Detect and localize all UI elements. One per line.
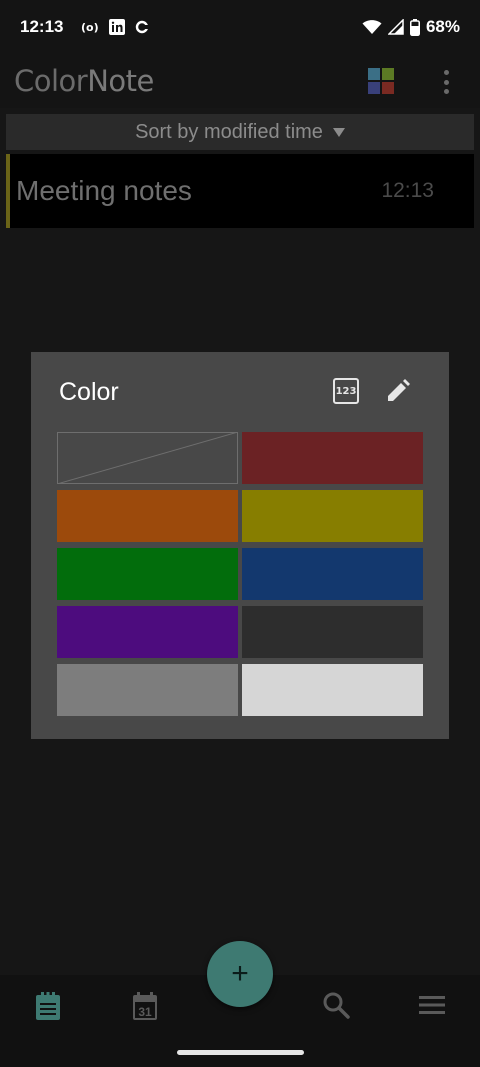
note-title: Meeting notes — [16, 175, 192, 206]
logo-text-color: Color — [14, 64, 88, 98]
color-swatch-red[interactable] — [242, 432, 423, 484]
sync-icon — [135, 20, 150, 34]
color-swatch-green[interactable] — [57, 548, 238, 600]
color-swatch-blue[interactable] — [242, 548, 423, 600]
color-swatch-white[interactable] — [242, 664, 423, 716]
sort-label: Sort by modified time — [135, 120, 323, 143]
battery-percent: 68% — [425, 17, 460, 36]
svg-text:(o): (o) — [81, 21, 99, 34]
add-icon: + — [231, 957, 249, 990]
color-dialog: Color 123 — [31, 352, 449, 739]
notes-icon[interactable] — [34, 991, 64, 1021]
color-swatch-black[interactable] — [242, 606, 423, 658]
sort-dropdown[interactable]: Sort by modified time — [6, 114, 474, 150]
status-icons: (o) — [81, 19, 150, 35]
linkedin-icon — [109, 19, 126, 35]
color-swatch-gray[interactable] — [57, 664, 238, 716]
status-right: 68% — [362, 17, 460, 37]
logo-text-note: Note — [87, 64, 154, 98]
view-grid-icon[interactable] — [368, 68, 394, 94]
hotspot-icon: (o) — [81, 20, 99, 34]
more-vert-icon[interactable] — [436, 68, 456, 96]
edit-pencil-icon[interactable] — [385, 378, 411, 404]
menu-icon[interactable] — [418, 991, 448, 1021]
app-logo: ColorNote — [14, 64, 154, 98]
home-indicator[interactable] — [177, 1050, 304, 1055]
signal-icon — [387, 19, 404, 35]
wifi-icon — [362, 19, 382, 35]
note-time: 12:13 — [381, 179, 434, 202]
note-item[interactable]: Meeting notes 12:13 — [6, 154, 474, 228]
add-note-button[interactable]: + — [207, 941, 273, 1007]
calendar-icon[interactable]: 31 — [131, 991, 161, 1021]
number-123-icon[interactable]: 123 — [333, 378, 359, 404]
app-bar: ColorNote — [0, 54, 480, 108]
dialog-title: Color — [59, 378, 119, 406]
dropdown-arrow-icon — [332, 127, 345, 137]
search-icon[interactable] — [322, 991, 352, 1021]
status-time: 12:13 — [20, 17, 64, 36]
color-swatch-orange[interactable] — [57, 490, 238, 542]
status-bar: 12:13 (o) 68% — [0, 0, 480, 54]
calendar-day: 31 — [138, 1005, 152, 1019]
battery-icon — [409, 18, 420, 36]
color-swatch-none[interactable] — [56, 431, 239, 485]
color-swatch-yellow[interactable] — [242, 490, 423, 542]
color-swatch-purple[interactable] — [57, 606, 238, 658]
